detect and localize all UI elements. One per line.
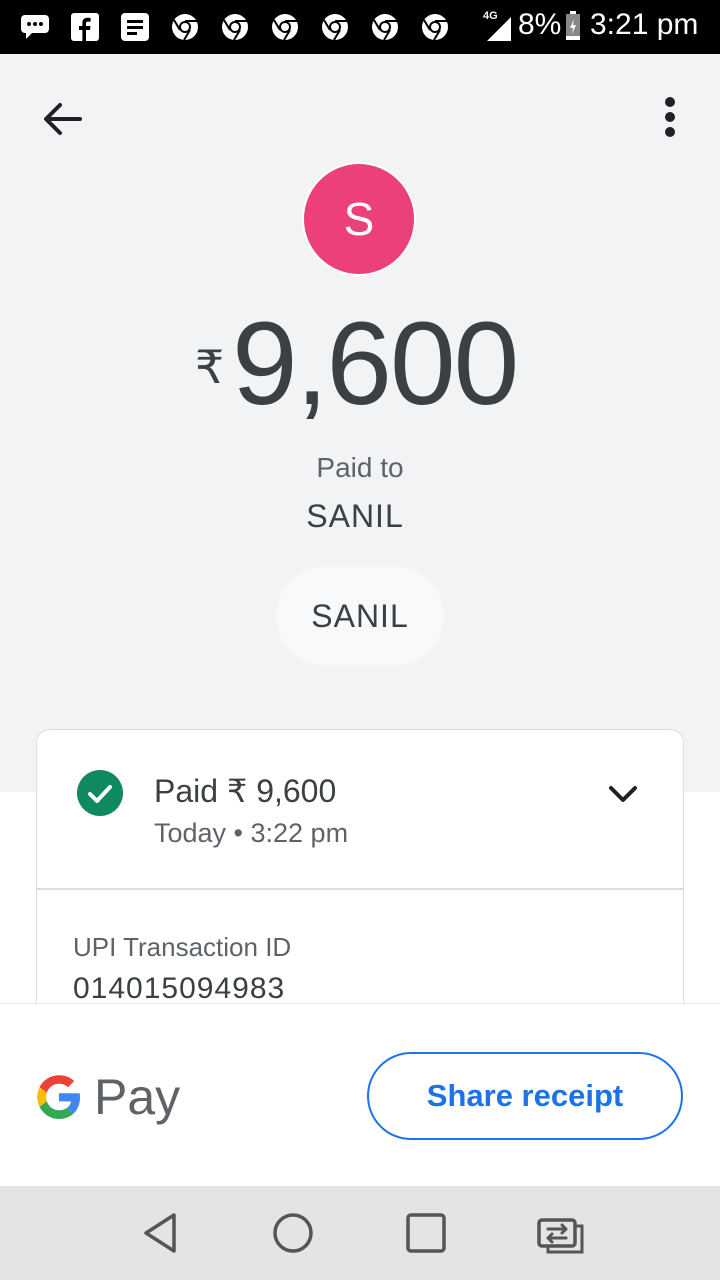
chrome-icon [170, 13, 200, 41]
chrome-icon [370, 13, 400, 41]
upi-transaction-id-label: UPI Transaction ID [73, 932, 292, 962]
payee-name: SANIL [306, 498, 404, 534]
transaction-card: Paid ₹ 9,600 Today • 3:22 pm UPI Transac… [36, 729, 684, 1019]
system-nav-bar [0, 1186, 720, 1280]
nav-recents-button[interactable] [403, 1210, 449, 1256]
payment-status-title: Paid ₹ 9,600 [154, 773, 337, 809]
status-bar: 4G 8% 3:21 pm [0, 0, 720, 54]
payee-chip[interactable]: SANIL [276, 567, 444, 665]
square-recents-icon [406, 1213, 446, 1253]
news-icon [120, 13, 150, 41]
message-icon [20, 13, 50, 41]
upi-transaction-id-value: 014015094983 [73, 972, 286, 1005]
share-receipt-button[interactable]: Share receipt [367, 1052, 683, 1140]
payment-amount: 9,600 [232, 298, 519, 430]
chrome-icon [270, 13, 300, 41]
more-options-button[interactable] [650, 94, 690, 140]
google-g-icon [37, 1075, 80, 1119]
back-button[interactable] [40, 96, 86, 142]
arrow-back-icon [44, 103, 82, 135]
check-circle-icon [77, 770, 123, 816]
nav-switch-button[interactable] [536, 1210, 584, 1256]
triangle-back-icon [144, 1213, 176, 1253]
divider [37, 888, 683, 890]
switch-apps-icon [537, 1218, 584, 1254]
nav-home-button[interactable] [270, 1210, 316, 1256]
status-time: 3:21 pm [590, 8, 699, 41]
facebook-icon [70, 13, 100, 41]
bottom-action-bar: Pay Share receipt [0, 1003, 720, 1187]
avatar: S [302, 162, 416, 276]
payment-status-time: Today • 3:22 pm [154, 818, 349, 848]
more-vert-icon [665, 97, 675, 137]
battery-icon [562, 11, 584, 40]
nav-back-button[interactable] [138, 1210, 184, 1256]
chrome-icon [420, 13, 450, 41]
circle-home-icon [273, 1213, 313, 1253]
chevron-down-icon [609, 786, 637, 802]
battery-percent: 8% [518, 8, 562, 41]
chrome-icon [320, 13, 350, 41]
chrome-icon [220, 13, 250, 41]
signal-icon [484, 14, 514, 42]
paid-to-label: Paid to [316, 452, 404, 483]
expand-details-button[interactable] [603, 776, 643, 812]
gpay-brand-text: Pay [94, 1069, 181, 1125]
currency-symbol: ₹ [195, 341, 225, 393]
gpay-logo: Pay [36, 1067, 180, 1127]
